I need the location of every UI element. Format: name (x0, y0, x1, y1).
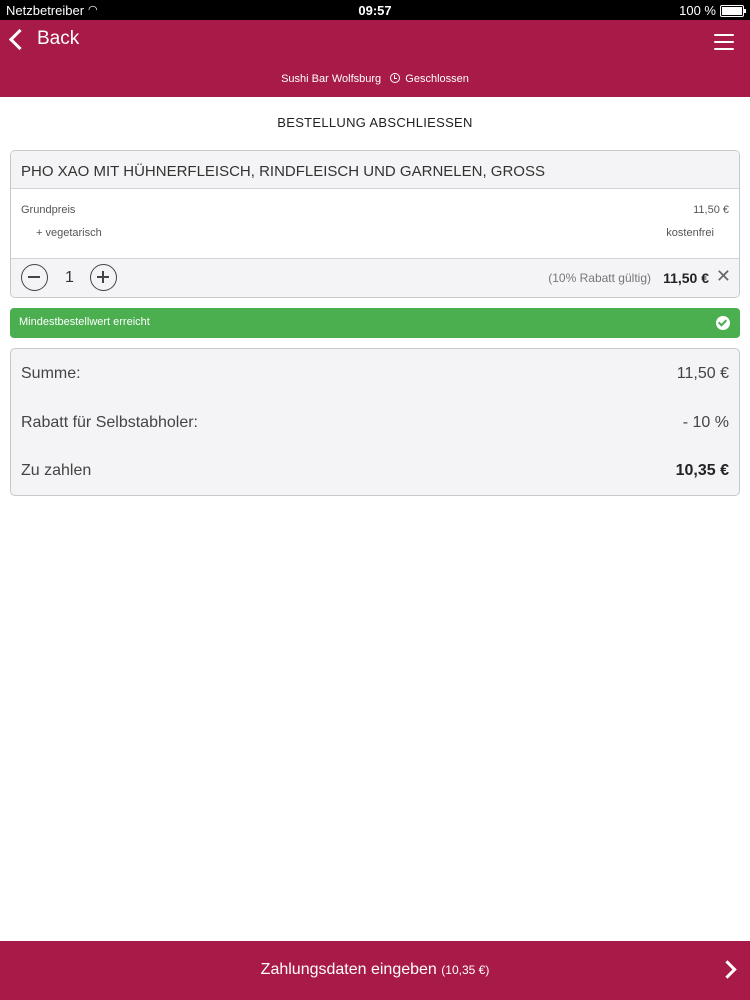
min-order-banner: Mindestbestellwert erreicht (10, 308, 740, 338)
payment-button-amount: (10,35 €) (441, 963, 490, 977)
status-bar: Netzbetreiber ◠ 09:57 100 % (0, 0, 750, 20)
status-time: 09:57 (358, 3, 392, 18)
quantity-value: 1 (65, 269, 74, 286)
payment-button-text: Zahlungsdaten eingeben (10,35 €) (0, 961, 750, 979)
restaurant-status: Geschlossen (405, 73, 469, 85)
check-circle-icon (716, 316, 730, 330)
sum-value: 11,50 € (676, 365, 729, 382)
quantity-bar: 1 (10% Rabatt gültig) 11,50 € ✕ (11, 258, 739, 297)
discount-label: Rabatt für Selbstabholer: (21, 414, 198, 431)
payment-button-label: Zahlungsdaten eingeben (260, 961, 437, 978)
item-total: 11,50 € (663, 270, 709, 286)
discount-note: (10% Rabatt gültig) (548, 271, 651, 285)
order-summary: Summe: 11,50 € Rabatt für Selbstabholer:… (10, 348, 740, 496)
minus-icon (28, 276, 40, 278)
order-item-card: PHO XAO MIT HÜHNERFLEISCH, RINDFLEISCH U… (10, 150, 740, 298)
remove-item-icon[interactable]: ✕ (716, 267, 731, 285)
decrease-quantity-button[interactable] (21, 264, 48, 291)
battery-icon (720, 5, 746, 17)
pay-value: 10,35 € (675, 462, 729, 479)
base-price-value: 11,50 € (693, 204, 729, 216)
clock-icon (390, 73, 401, 83)
pay-label: Zu zahlen (21, 462, 92, 479)
hamburger-menu-icon[interactable] (714, 34, 734, 50)
restaurant-info: Sushi Bar Wolfsburg Geschlossen (0, 73, 750, 85)
back-label: Back (37, 28, 80, 49)
app-header: Back Sushi Bar Wolfsburg Geschlossen (0, 20, 750, 97)
item-name: PHO XAO MIT HÜHNERFLEISCH, RINDFLEISCH U… (11, 151, 739, 189)
battery-level: 100 % (679, 3, 716, 18)
payment-details-button[interactable]: Zahlungsdaten eingeben (10,35 €) (0, 941, 750, 1000)
option-label: + vegetarisch (36, 227, 102, 239)
increase-quantity-button[interactable] (90, 264, 117, 291)
base-price-label: Grundpreis (21, 204, 76, 216)
min-order-label: Mindestbestellwert erreicht (19, 316, 150, 328)
discount-value: - 10 % (682, 414, 729, 431)
page-title: BESTELLUNG ABSCHLIESSEN (277, 115, 473, 130)
option-price: kostenfrei (666, 227, 714, 239)
chevron-left-icon (8, 28, 31, 50)
sum-label: Summe: (21, 365, 81, 382)
restaurant-name: Sushi Bar Wolfsburg (281, 73, 382, 85)
back-button[interactable]: Back (8, 28, 79, 50)
